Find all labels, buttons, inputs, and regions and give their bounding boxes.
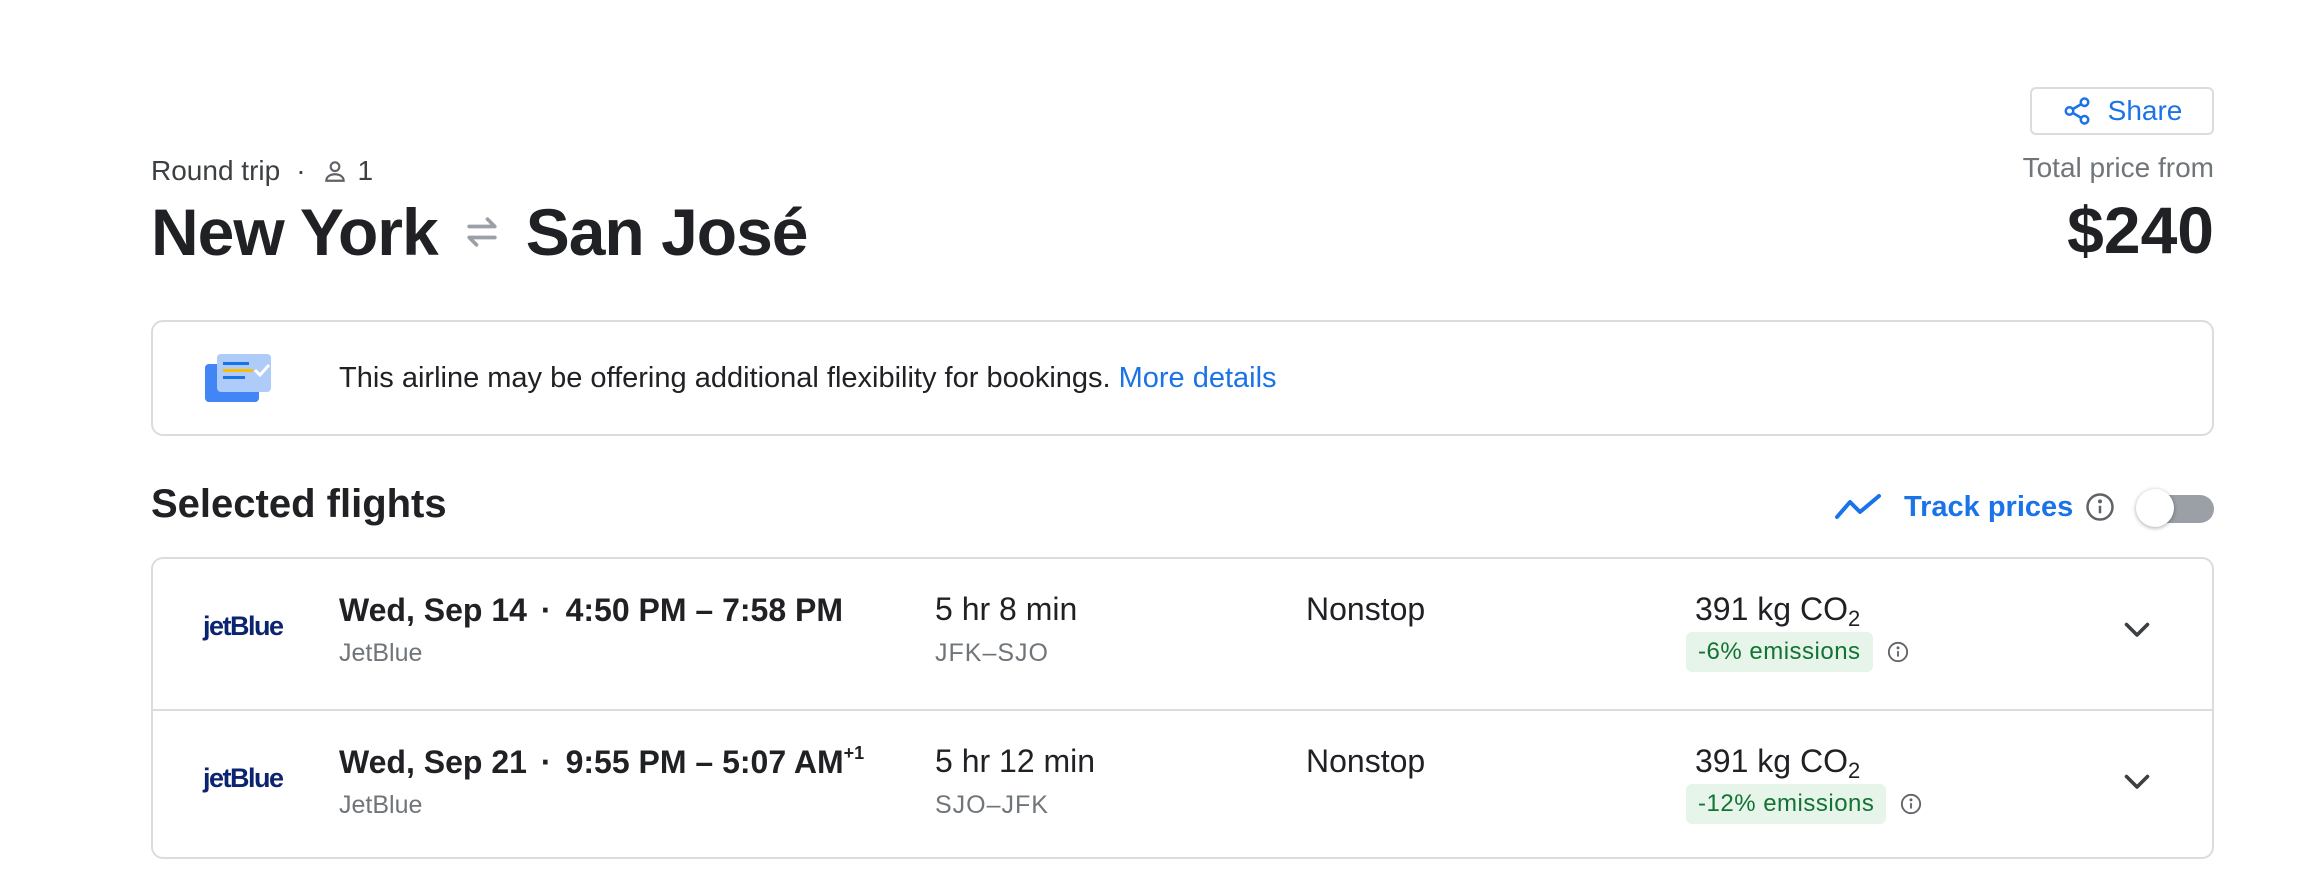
- airline-name: JetBlue: [339, 639, 423, 667]
- track-prices-label: Track prices: [1904, 490, 2074, 523]
- share-button[interactable]: Share: [2030, 87, 2214, 135]
- flight-row-return[interactable]: jetBlue Wed, Sep 21 · 9:55 PM – 5:07 AM+1 …: [153, 709, 2212, 857]
- track-prices[interactable]: Track prices: [1834, 485, 2115, 529]
- round-trip-arrows-icon: [467, 217, 497, 247]
- trip-type: Round trip: [151, 155, 281, 186]
- flight-stops: Nonstop: [1306, 743, 1426, 779]
- jetblue-logo: jetBlue: [203, 611, 284, 641]
- separator-dot: ·: [296, 155, 306, 186]
- info-icon[interactable]: [2085, 492, 2115, 522]
- flight-date: Wed, Sep 21: [339, 744, 527, 780]
- separator-dot: ·: [540, 592, 552, 628]
- emissions-badge: -12% emissions: [1686, 784, 1887, 824]
- info-icon[interactable]: [1887, 641, 1909, 663]
- co2-value: 391 kg CO: [1695, 743, 1848, 779]
- flight-airports: JFK–SJO: [935, 639, 1049, 667]
- flight-duration: 5 hr 12 min: [935, 743, 1096, 779]
- emissions-badge: -6% emissions: [1686, 632, 1873, 672]
- trend-line-icon: [1835, 494, 1881, 519]
- passenger-count: 1: [357, 155, 374, 186]
- airline-name: JetBlue: [339, 791, 423, 819]
- toggle-knob: [2136, 489, 2174, 527]
- co2-amount: 391 kg CO2: [1695, 591, 1860, 632]
- flexibility-text: This airline may be offering additional …: [339, 362, 1277, 395]
- flight-duration: 5 hr 8 min: [935, 591, 1078, 627]
- share-icon: [2064, 97, 2090, 125]
- emissions-info: -6% emissions: [1686, 632, 1909, 672]
- co2-subscript: 2: [1847, 606, 1861, 631]
- flights-list: jetBlue Wed, Sep 14 · 4:50 PM – 7:58 PM Je…: [151, 557, 2214, 859]
- jetblue-logo: jetBlue: [203, 763, 284, 793]
- person-icon: [324, 161, 345, 182]
- co2-amount: 391 kg CO2: [1695, 743, 1860, 784]
- flexibility-banner: This airline may be offering additional …: [151, 320, 2214, 436]
- share-label: Share: [2107, 95, 2183, 126]
- track-prices-toggle[interactable]: [2136, 489, 2214, 527]
- trip-meta: Round trip · 1: [151, 152, 373, 190]
- destination-city: San José: [525, 195, 809, 269]
- flight-time-range: 4:50 PM – 7:58 PM: [565, 592, 844, 628]
- flight-times: Wed, Sep 14 · 4:50 PM – 7:58 PM: [339, 591, 843, 629]
- flight-row-outbound[interactable]: jetBlue Wed, Sep 14 · 4:50 PM – 7:58 PM Je…: [153, 559, 2212, 709]
- info-icon[interactable]: [1900, 793, 1922, 815]
- flight-time-range: 9:55 PM – 5:07 AM: [565, 744, 844, 780]
- flexible-booking-icon: [205, 354, 271, 402]
- flight-stops: Nonstop: [1306, 591, 1426, 627]
- selected-flights-title: Selected flights: [151, 482, 447, 526]
- day-offset: +1: [843, 743, 865, 763]
- chevron-down-icon[interactable]: [2119, 763, 2155, 799]
- emissions-info: -12% emissions: [1686, 784, 1922, 824]
- total-price-label: Total price from: [2022, 152, 2214, 183]
- separator-dot: ·: [540, 744, 552, 780]
- total-price: $240: [2067, 193, 2214, 267]
- co2-value: 391 kg CO: [1695, 591, 1848, 627]
- chevron-down-icon[interactable]: [2119, 611, 2155, 647]
- route-title: New York San José: [151, 192, 809, 272]
- more-details-link[interactable]: More details: [1119, 362, 1277, 394]
- co2-subscript: 2: [1847, 758, 1861, 783]
- flexibility-message: This airline may be offering additional …: [339, 361, 1111, 394]
- flight-date: Wed, Sep 14: [339, 592, 527, 628]
- origin-city: New York: [151, 195, 439, 269]
- flight-airports: SJO–JFK: [935, 791, 1049, 819]
- flight-times: Wed, Sep 21 · 9:55 PM – 5:07 AM+1: [339, 743, 864, 781]
